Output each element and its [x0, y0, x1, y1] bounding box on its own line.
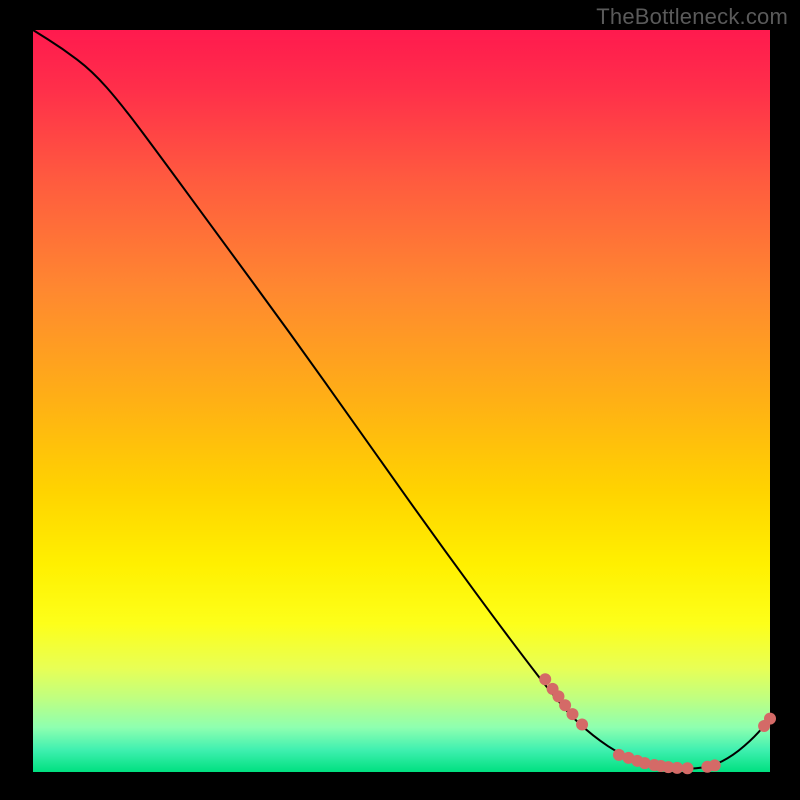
highlight-point	[681, 762, 693, 774]
highlight-point	[764, 713, 776, 725]
highlight-point	[539, 673, 551, 685]
bottleneck-curve	[33, 30, 770, 769]
highlight-markers	[539, 673, 776, 774]
highlight-point	[709, 759, 721, 771]
highlight-point	[671, 762, 683, 774]
curve-layer	[33, 30, 770, 772]
highlight-point	[566, 708, 578, 720]
highlight-point	[576, 719, 588, 731]
watermark-text: TheBottleneck.com	[596, 4, 788, 30]
plot-area	[33, 30, 770, 772]
